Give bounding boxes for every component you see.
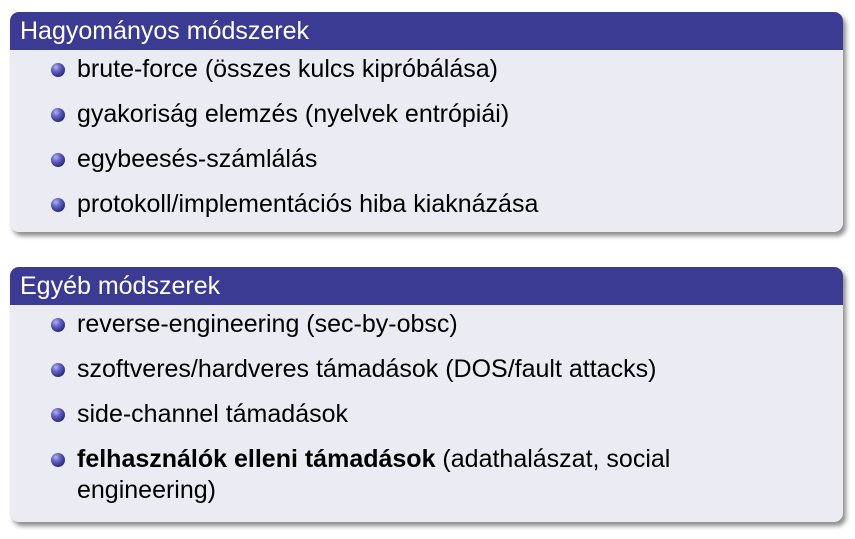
list-item: reverse-engineering (sec-by-obsc) [10,309,843,340]
bullet-icon [51,198,65,212]
list-item-text: side-channel támadások [77,400,348,428]
list-item-text: reverse-engineering (sec-by-obsc) [77,310,458,338]
list-item: brute-force (összes kulcs kipróbálása) [10,54,843,85]
bullet-icon [51,63,65,77]
block-traditional-methods: Hagyományos módszerek brute-force (össze… [10,12,843,232]
list-item: protokoll/implementációs hiba kiaknázása [10,189,843,220]
list-item-text: brute-force (összes kulcs kipróbálása) [77,55,498,83]
list-item-bold-text: felhasználók elleni támadások [77,445,436,473]
block-title: Egyéb módszerek [10,267,843,305]
list-item: egybeesés-számlálás [10,144,843,175]
block-title: Hagyományos módszerek [10,12,843,50]
list-item-text: egybeesés-számlálás [77,145,318,173]
list-item: felhasználók elleni támadások (adathalás… [10,444,843,506]
bullet-icon [51,318,65,332]
bullet-icon [51,453,65,467]
bullet-icon [51,408,65,422]
list-item: side-channel támadások [10,399,843,430]
bullet-icon [51,108,65,122]
block-body: brute-force (összes kulcs kipróbálása) g… [10,50,843,220]
list-item-text: gyakoriság elemzés (nyelvek entrópiái) [77,100,510,128]
list-item: szoftveres/hardveres támadások (DOS/faul… [10,354,843,385]
list-item-text: szoftveres/hardveres támadások (DOS/faul… [77,355,657,383]
list-item-text: protokoll/implementációs hiba kiaknázása [77,190,539,218]
bullet-icon [51,153,65,167]
list-item: gyakoriság elemzés (nyelvek entrópiái) [10,99,843,130]
bullet-icon [51,363,65,377]
block-other-methods: Egyéb módszerek reverse-engineering (sec… [10,267,843,522]
block-body: reverse-engineering (sec-by-obsc) szoftv… [10,305,843,506]
